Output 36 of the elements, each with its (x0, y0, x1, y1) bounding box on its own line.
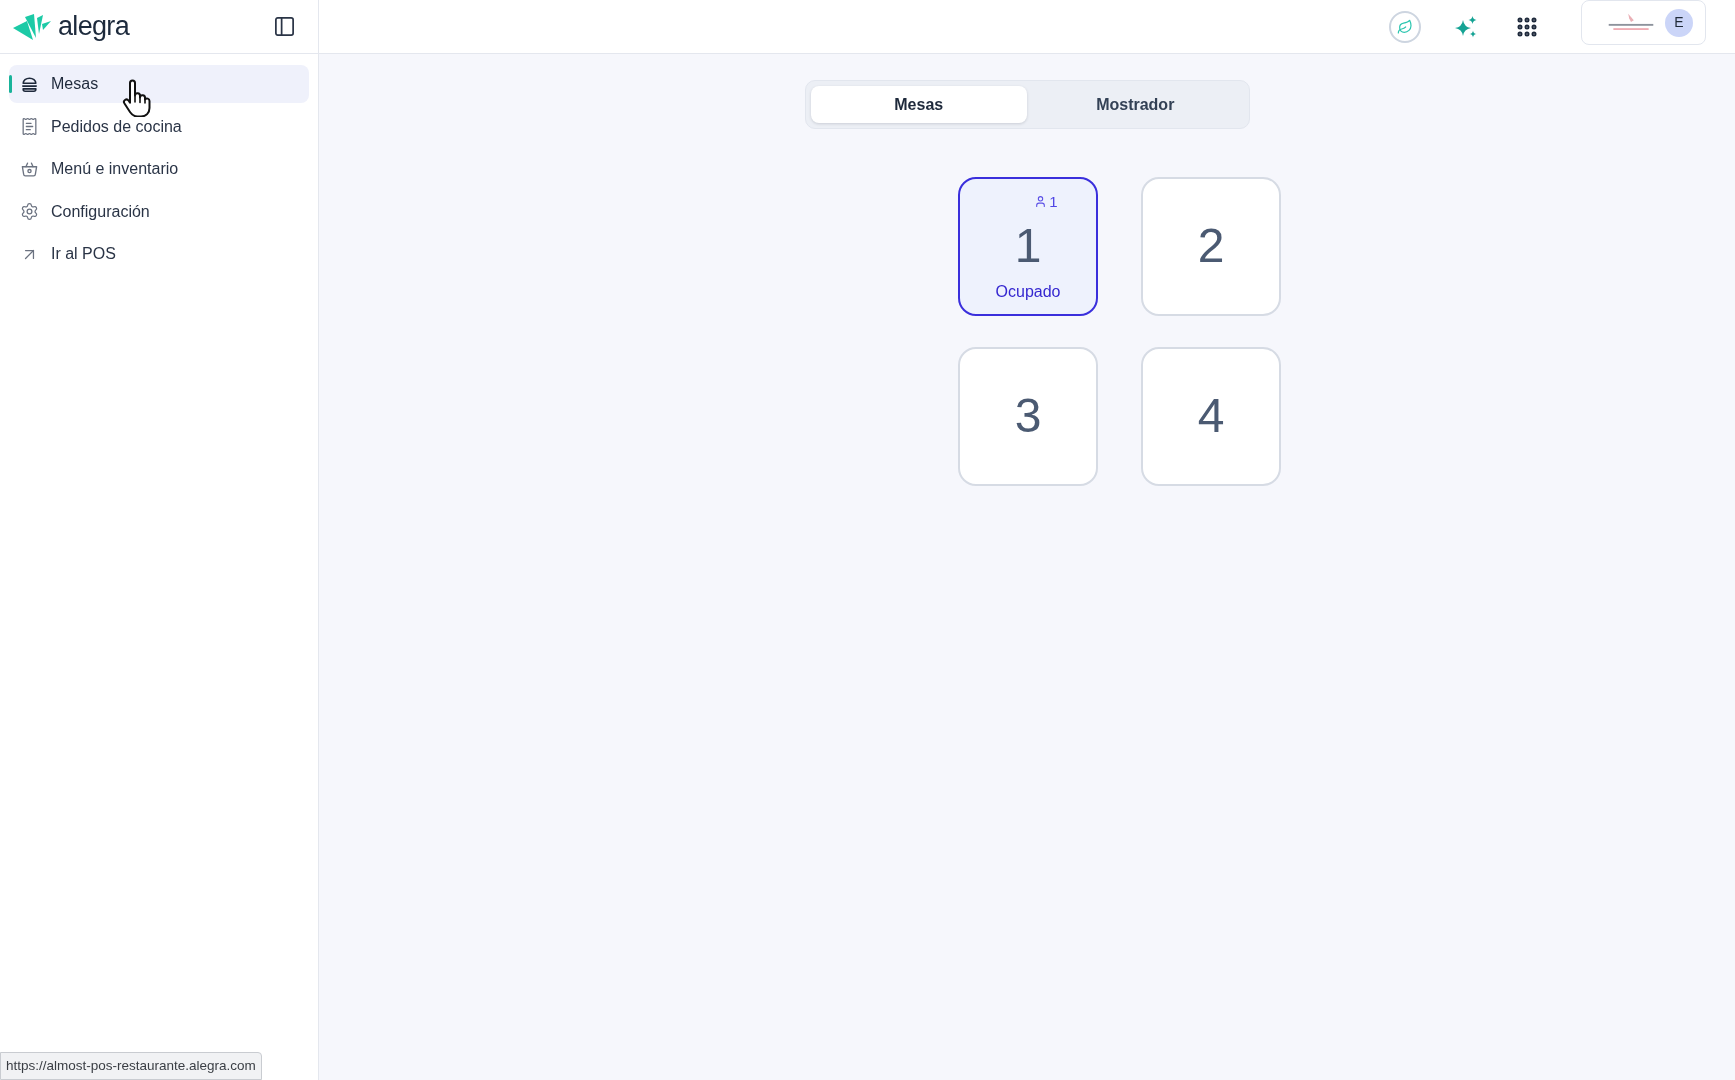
table-number: 1 (1014, 222, 1042, 270)
sidebar-item[interactable]: Mesas (9, 65, 309, 103)
view-tab[interactable]: Mostrador (1027, 86, 1244, 123)
sidebar-item-label: Configuración (51, 201, 150, 222)
account-button[interactable]: E (1581, 0, 1706, 45)
basket-icon (20, 159, 39, 179)
selection-marker-icon (9, 75, 12, 93)
hand-cursor-icon (120, 79, 152, 117)
table-number: 3 (1014, 392, 1042, 440)
table-card[interactable]: 3 (958, 347, 1098, 486)
table-number: 4 (1197, 392, 1225, 440)
sidebar-toggle-icon[interactable] (273, 15, 296, 38)
table-card[interactable]: 2 (1141, 177, 1281, 316)
receipt-icon (20, 117, 39, 136)
person-icon (1034, 194, 1048, 208)
view-tab[interactable]: Mesas (810, 86, 1027, 123)
sidebar-item[interactable]: Pedidos de cocina (9, 107, 309, 146)
sidebar-item[interactable]: Ir al POS (9, 235, 309, 273)
sidebar-item-label: Mesas (51, 74, 99, 94)
user-avatar: E (1665, 8, 1693, 37)
logo-wordmark: alegra (58, 13, 129, 40)
table-status: Ocupado (995, 282, 1061, 302)
settings-icon (20, 202, 39, 221)
sidebar-item[interactable]: Configuración (9, 192, 309, 231)
sidebar-item-label: Menú e inventario (51, 159, 179, 179)
sidebar-item[interactable]: Menú e inventario (9, 150, 309, 188)
status-bar-url: https://almost-pos-restaurante.alegra.com (0, 1051, 262, 1080)
sidebar-item-label: Ir al POS (51, 244, 116, 264)
burger-icon (20, 74, 39, 94)
table-number: 2 (1197, 222, 1225, 270)
table-card[interactable]: 1 1 Ocupado (958, 177, 1098, 316)
table-card[interactable]: 4 (1141, 347, 1281, 486)
sidebar-item-label: Pedidos de cocina (51, 116, 182, 137)
sparkles-icon[interactable] (1454, 14, 1478, 39)
logo-icon (12, 12, 52, 41)
guest-count: 1 (1049, 193, 1058, 209)
